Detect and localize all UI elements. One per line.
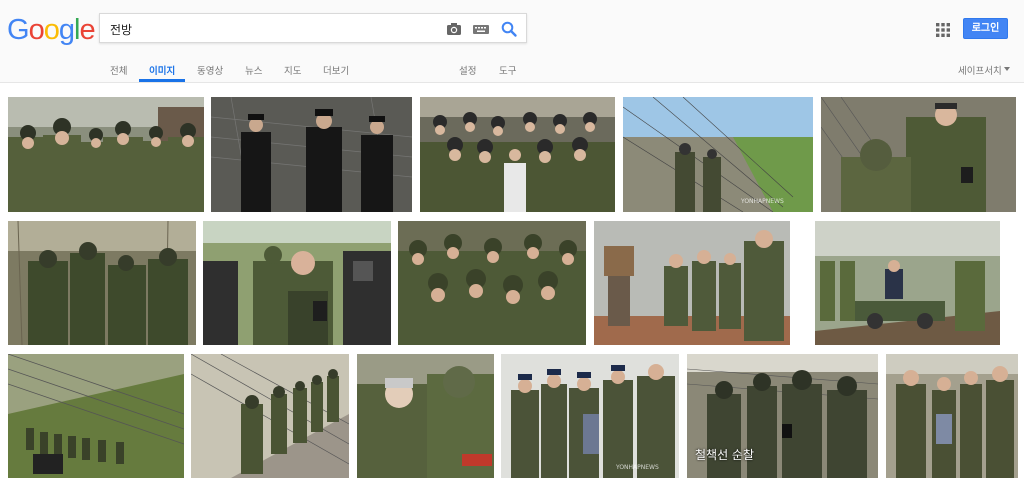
chevron-down-icon[interactable] bbox=[1004, 67, 1010, 71]
search-box bbox=[99, 13, 527, 43]
image-result[interactable] bbox=[815, 221, 1000, 345]
search-input[interactable] bbox=[110, 19, 430, 39]
image-result[interactable] bbox=[594, 221, 790, 345]
header-bar: Google 로그인 전체 이미지 동영상 뉴스 지도 더보기 설정 도구 세이… bbox=[0, 0, 1024, 83]
image-result[interactable] bbox=[357, 354, 494, 478]
google-logo[interactable]: Google bbox=[7, 14, 96, 47]
logo-letter: g bbox=[58, 14, 75, 46]
safesearch-menu[interactable]: 세이프서치 bbox=[958, 63, 1002, 77]
logo-letter: o bbox=[28, 14, 45, 46]
apps-icon[interactable] bbox=[936, 22, 950, 37]
watermark: YONHAPNEWS bbox=[616, 464, 659, 471]
image-result[interactable]: 철책선 순찰 bbox=[687, 354, 878, 478]
image-caption: 철책선 순찰 bbox=[695, 448, 755, 462]
image-results-grid: YONHAPNEWS YONHAPNEWS 철책선 순찰 bbox=[0, 83, 1024, 481]
watermark: YONHAPNEWS bbox=[741, 198, 784, 205]
logo-letter: o bbox=[43, 14, 60, 46]
tab-more[interactable]: 더보기 bbox=[323, 63, 349, 77]
image-result[interactable] bbox=[821, 97, 1016, 212]
image-result[interactable] bbox=[211, 97, 412, 212]
tab-settings[interactable]: 설정 bbox=[459, 63, 476, 77]
image-result[interactable] bbox=[203, 221, 391, 345]
tab-all[interactable]: 전체 bbox=[110, 63, 127, 77]
image-result[interactable] bbox=[398, 221, 586, 345]
tab-videos[interactable]: 동영상 bbox=[197, 63, 223, 77]
image-result[interactable]: YONHAPNEWS bbox=[501, 354, 679, 478]
logo-letter: e bbox=[79, 14, 95, 46]
login-button[interactable]: 로그인 bbox=[963, 18, 1008, 39]
search-icon[interactable] bbox=[500, 20, 518, 38]
image-result[interactable] bbox=[8, 97, 204, 212]
tab-tools[interactable]: 도구 bbox=[499, 63, 516, 77]
image-result[interactable] bbox=[8, 354, 184, 478]
image-result[interactable] bbox=[191, 354, 349, 478]
camera-icon[interactable] bbox=[445, 20, 463, 38]
tab-images[interactable]: 이미지 bbox=[149, 63, 175, 77]
image-result[interactable]: YONHAPNEWS bbox=[623, 97, 813, 212]
image-result[interactable] bbox=[886, 354, 1018, 478]
tab-maps[interactable]: 지도 bbox=[284, 63, 301, 77]
image-result[interactable] bbox=[420, 97, 615, 212]
tab-news[interactable]: 뉴스 bbox=[245, 63, 262, 77]
active-tab-indicator bbox=[139, 79, 185, 82]
image-result[interactable] bbox=[8, 221, 196, 345]
keyboard-icon[interactable] bbox=[472, 20, 490, 38]
logo-letter: G bbox=[7, 14, 30, 46]
